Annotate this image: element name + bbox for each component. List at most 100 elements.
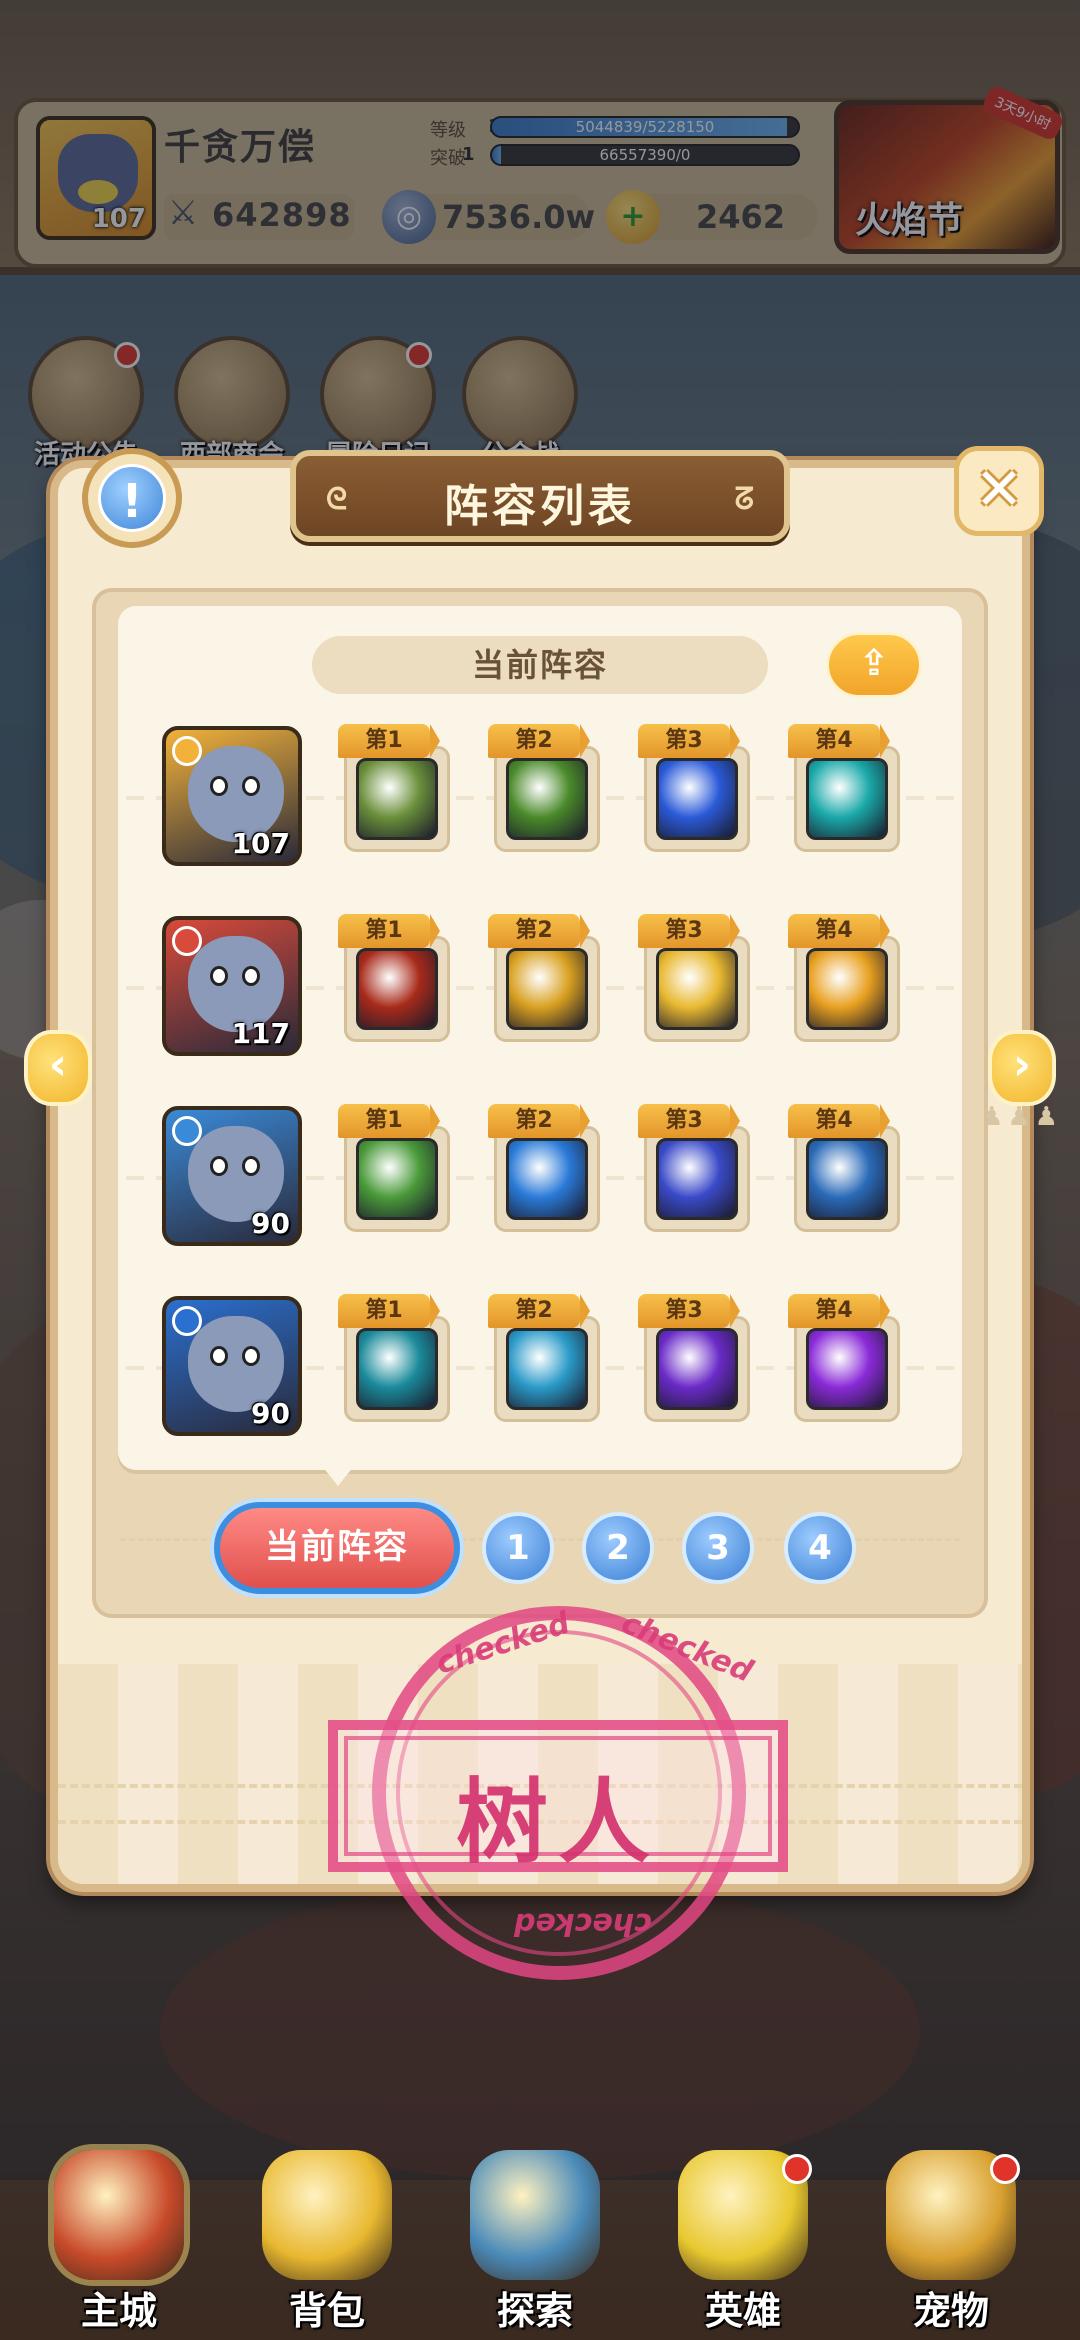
chevron-left-icon: ‹ (48, 1039, 68, 1090)
skill-icon (656, 758, 738, 840)
hero-portrait[interactable]: 90 (162, 1296, 302, 1436)
tab-lineup-3[interactable]: 3 (682, 1512, 754, 1584)
hero-level: 107 (231, 827, 290, 860)
skill-order-tag: 第3 (638, 724, 740, 758)
skill-order-tag: 第3 (638, 1294, 740, 1328)
hero-eye (242, 966, 260, 986)
chevron-right-icon: › (1012, 1039, 1032, 1090)
backpack-icon (262, 2150, 392, 2280)
skill-icon (806, 1138, 888, 1220)
skill-icon (806, 1328, 888, 1410)
skill-icon (356, 1328, 438, 1410)
hero-level: 117 (231, 1017, 290, 1050)
next-arrow-button[interactable]: › (988, 1030, 1056, 1106)
skill-icon (356, 948, 438, 1030)
hero-portrait[interactable]: 107 (162, 726, 302, 866)
skill-order-tag: 第1 (338, 1294, 440, 1328)
notification-dot (782, 2154, 812, 2184)
hero-portrait[interactable]: 90 (162, 1106, 302, 1246)
nav-item-1[interactable]: 背包 (242, 2150, 412, 2340)
notification-dot (990, 2154, 1020, 2184)
skill-slot[interactable]: 第1 (338, 1294, 456, 1422)
hero-eye (242, 1156, 260, 1176)
nav-label: 英雄 (704, 2289, 781, 2333)
skill-order-tag: 第3 (638, 914, 740, 948)
skill-order-tag: 第2 (488, 914, 590, 948)
nav-label: 宠物 (912, 2289, 989, 2333)
nav-item-0[interactable]: 主城 (34, 2150, 204, 2340)
stamp-ring-text: checked (514, 1906, 652, 1941)
prev-arrow-button[interactable]: ‹ (24, 1030, 92, 1106)
hero-eye (210, 1346, 228, 1366)
tab-lineup-2[interactable]: 2 (582, 1512, 654, 1584)
hero-portrait[interactable]: 117 (162, 916, 302, 1056)
skill-icon (806, 758, 888, 840)
skill-icon (506, 948, 588, 1030)
skill-slot[interactable]: 第4 (788, 724, 906, 852)
hero-level: 90 (251, 1207, 290, 1240)
skill-order-tag: 第4 (788, 1104, 890, 1138)
nav-item-2[interactable]: 探索 (450, 2150, 620, 2340)
close-icon: ✕ (974, 455, 1024, 523)
nav-item-4[interactable]: 宠物 (866, 2150, 1036, 2340)
tab-lineup-1[interactable]: 1 (482, 1512, 554, 1584)
skill-icon (506, 758, 588, 840)
skill-order-tag: 第4 (788, 914, 890, 948)
hero-level: 90 (251, 1397, 290, 1430)
skill-icon (356, 758, 438, 840)
skill-order-tag: 第1 (338, 1104, 440, 1138)
hero-eye (242, 776, 260, 796)
skill-icon (356, 1138, 438, 1220)
hero-eye (210, 776, 228, 796)
skill-order-tag: 第3 (638, 1104, 740, 1138)
skill-slot[interactable]: 第2 (488, 1104, 606, 1232)
section-title: 当前阵容 (312, 636, 768, 694)
castle-icon (54, 2150, 184, 2280)
skill-order-tag: 第1 (338, 914, 440, 948)
skill-icon (656, 1328, 738, 1410)
hero-eye (210, 1156, 228, 1176)
swirl-right-icon: ᘔ (734, 482, 754, 517)
skill-icon (506, 1328, 588, 1410)
skill-slot[interactable]: 第1 (338, 724, 456, 852)
skill-slot[interactable]: 第1 (338, 914, 456, 1042)
skill-order-tag: 第2 (488, 724, 590, 758)
skill-slot[interactable]: 第4 (788, 1104, 906, 1232)
skill-slot[interactable]: 第3 (638, 724, 756, 852)
skill-order-tag: 第1 (338, 724, 440, 758)
hero-eye (210, 966, 228, 986)
skill-slot[interactable]: 第3 (638, 1294, 756, 1422)
nav-label: 背包 (288, 2289, 365, 2333)
skill-slot[interactable]: 第4 (788, 1294, 906, 1422)
stamp-label-box: 树人 (328, 1720, 788, 1876)
tab-current-lineup[interactable]: 当前阵容 (214, 1502, 460, 1594)
skill-order-tag: 第4 (788, 1294, 890, 1328)
skill-slot[interactable]: 第2 (488, 914, 606, 1042)
skill-icon (656, 1138, 738, 1220)
skill-icon (506, 1138, 588, 1220)
skill-icon (656, 948, 738, 1030)
close-button[interactable]: ✕ (954, 446, 1044, 536)
nav-label: 主城 (80, 2289, 157, 2333)
skill-slot[interactable]: 第2 (488, 1294, 606, 1422)
nav-label: 探索 (496, 2289, 573, 2333)
skill-order-tag: 第2 (488, 1104, 590, 1138)
share-button[interactable]: ⇪ (826, 632, 922, 698)
skill-slot[interactable]: 第2 (488, 724, 606, 852)
tab-lineup-4[interactable]: 4 (784, 1512, 856, 1584)
map-icon (470, 2150, 600, 2280)
skill-order-tag: 第4 (788, 724, 890, 758)
info-icon: ! (98, 464, 166, 532)
stamp-center-text: 树人 (455, 1769, 660, 1876)
skill-icon (806, 948, 888, 1030)
skill-slot[interactable]: 第4 (788, 914, 906, 1042)
skill-slot[interactable]: 第3 (638, 1104, 756, 1232)
skill-slot[interactable]: 第3 (638, 914, 756, 1042)
dialog-title-banner: ᘓ 阵容列表 ᘔ (290, 450, 790, 542)
dialog-title: 阵容列表 (444, 481, 636, 532)
info-button[interactable]: ! (82, 448, 182, 548)
nav-item-3[interactable]: 英雄 (658, 2150, 828, 2340)
hero-eye (242, 1346, 260, 1366)
card-pointer (322, 1466, 354, 1486)
skill-slot[interactable]: 第1 (338, 1104, 456, 1232)
